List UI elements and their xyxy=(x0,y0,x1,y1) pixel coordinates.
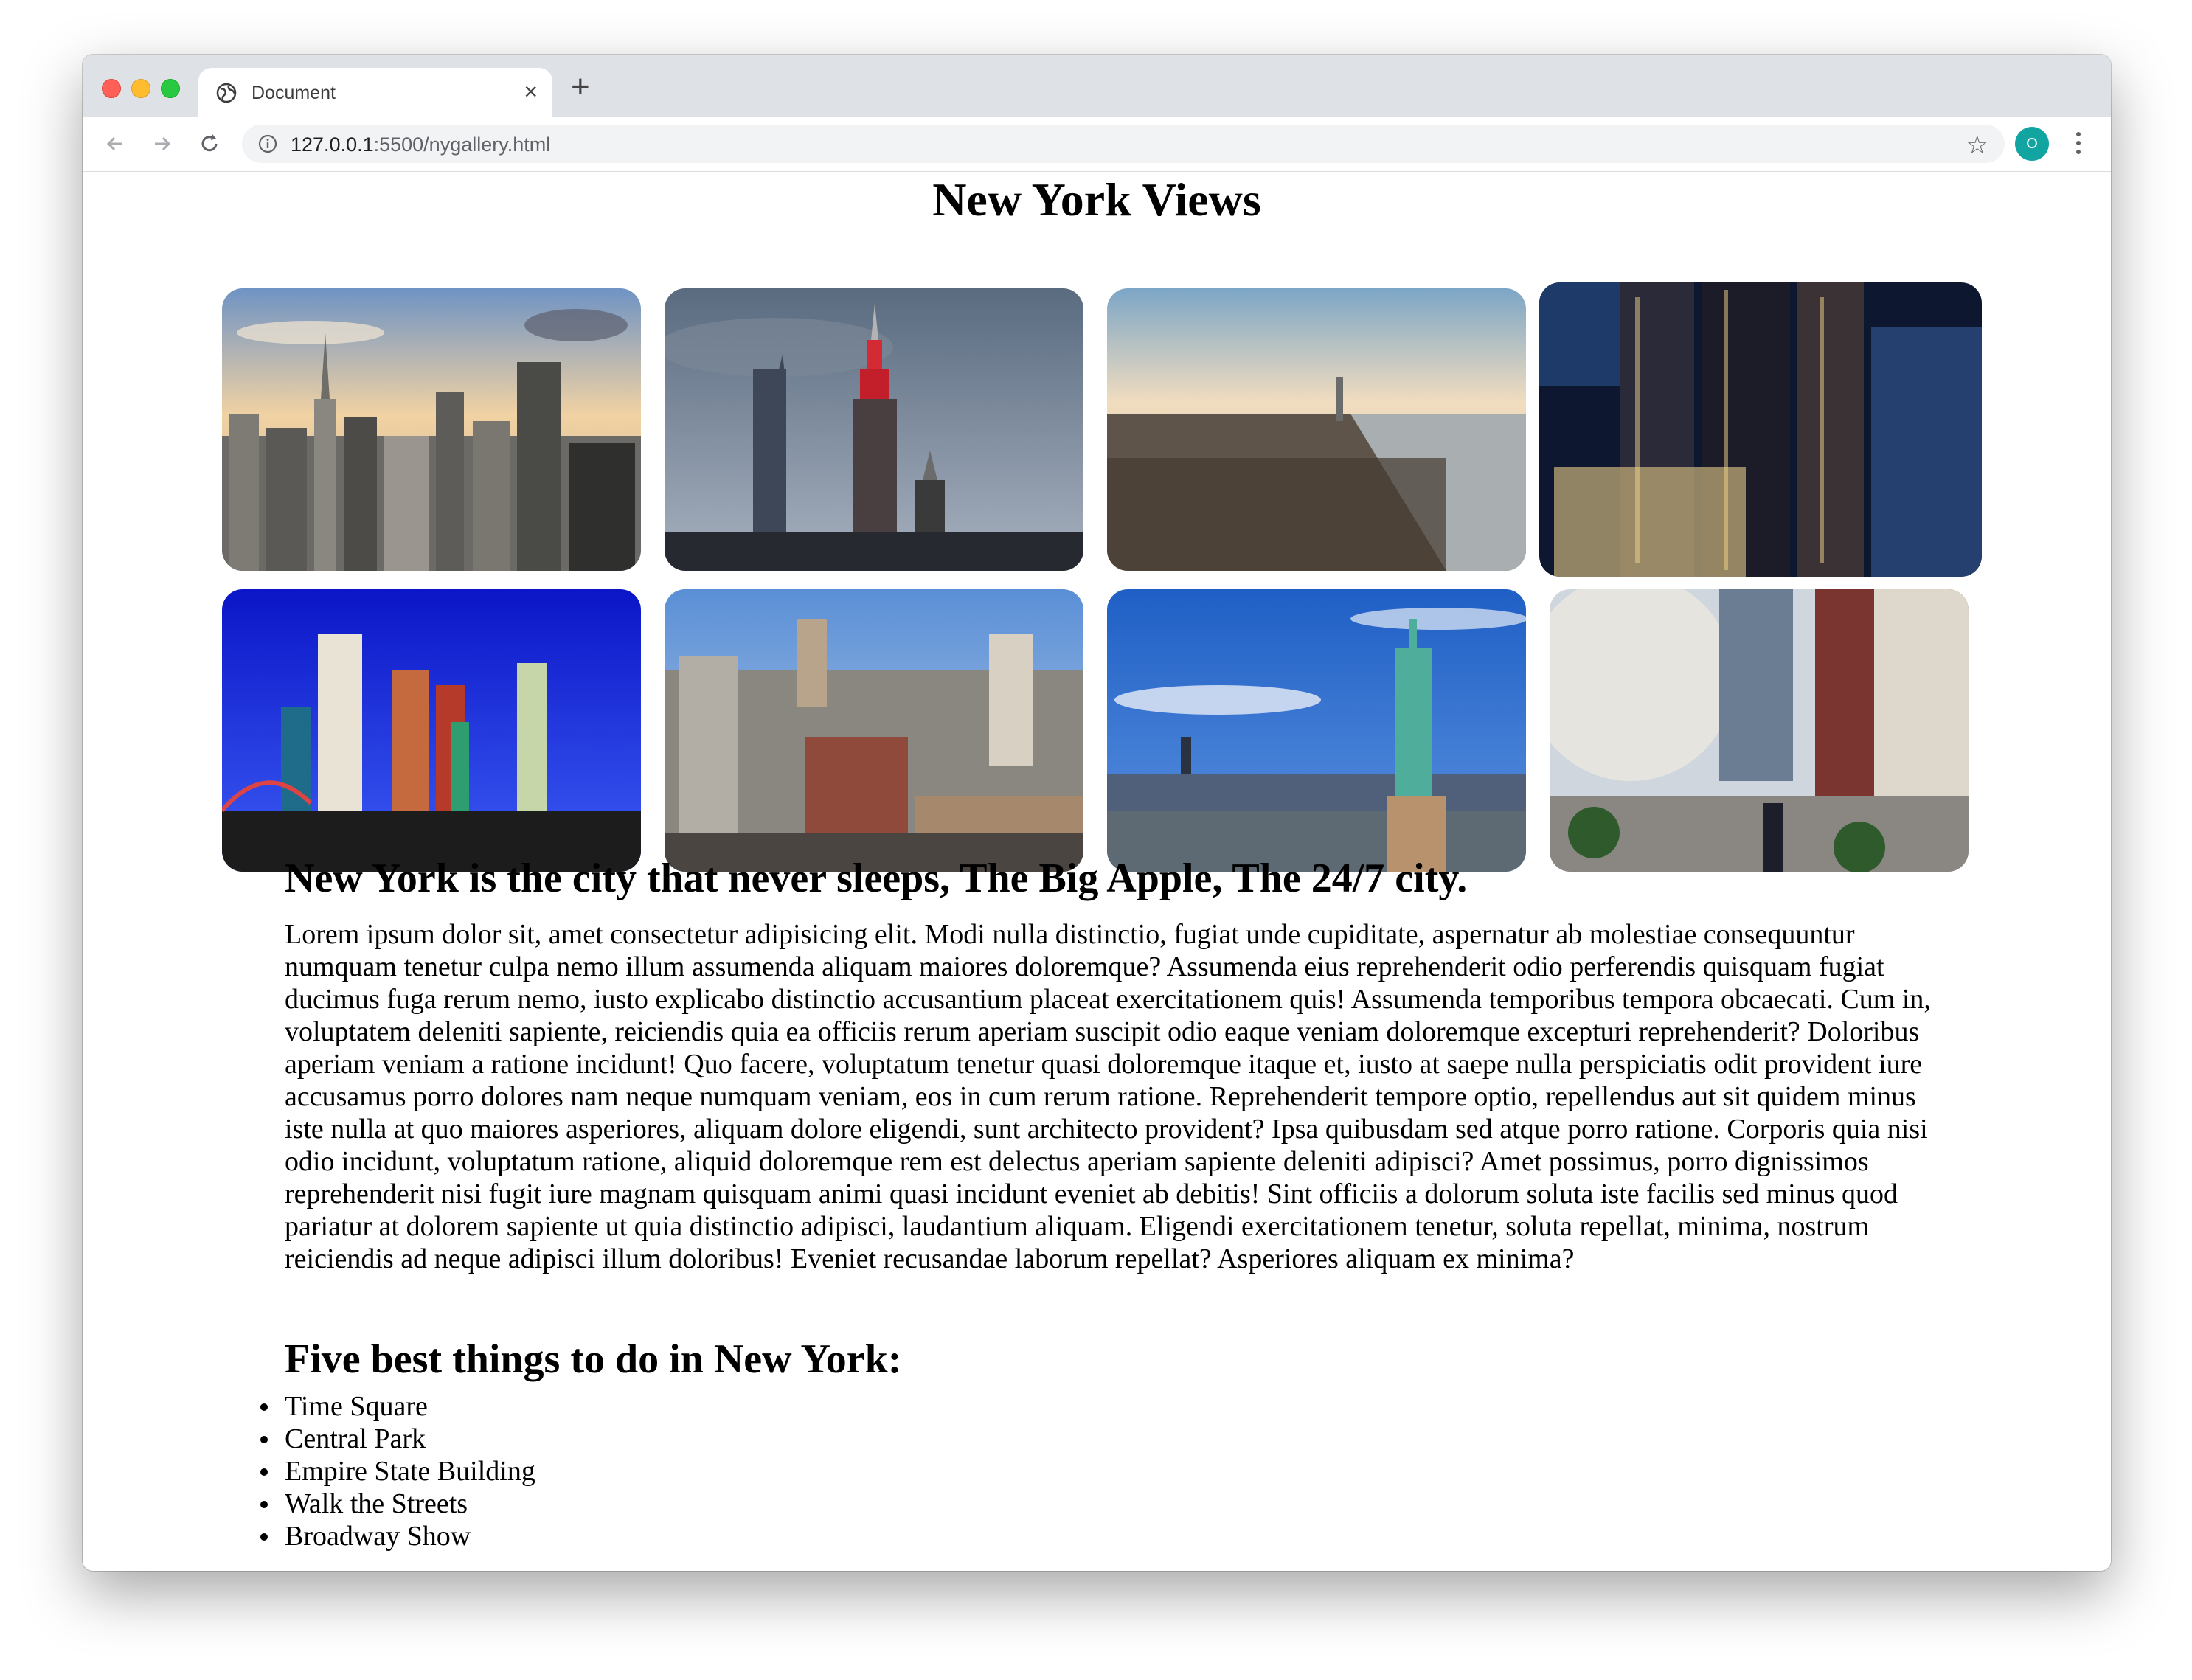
tab-title: Document xyxy=(252,83,336,103)
profile-avatar[interactable]: O xyxy=(2015,127,2049,161)
back-arrow-icon[interactable] xyxy=(102,131,128,157)
browser-toolbar: 127.0.0.1:5500/nygallery.html ☆ O xyxy=(83,117,2111,172)
gallery-photo-statue-of-liberty xyxy=(1107,589,1526,872)
more-menu-icon[interactable] xyxy=(2071,128,2086,162)
gallery-photo-empire-state-building xyxy=(665,288,1083,571)
new-tab-button[interactable]: + xyxy=(571,71,590,103)
gallery-photo-night-towers xyxy=(1539,282,1982,577)
address-bar[interactable]: 127.0.0.1:5500/nygallery.html ☆ xyxy=(242,125,2005,163)
forward-arrow-icon[interactable] xyxy=(149,131,176,157)
browser-window: Document × + 127.0.0.1:5500/nygallery.ht… xyxy=(83,55,2111,1571)
list-item: Walk the Streets xyxy=(260,1488,535,1520)
tab-document[interactable]: Document × xyxy=(198,68,552,117)
globe-icon xyxy=(216,83,237,103)
info-icon[interactable] xyxy=(258,134,277,153)
minimize-window-button[interactable] xyxy=(131,79,150,98)
tab-strip: Document × + xyxy=(83,55,2111,117)
url-host: 127.0.0.1 xyxy=(291,133,374,156)
gallery-photo-hudson-river-aerial xyxy=(1107,288,1526,571)
url-text: 127.0.0.1:5500/nygallery.html xyxy=(291,133,550,156)
list-item: Empire State Building xyxy=(260,1456,535,1487)
things-to-do-list: Time Square Central Park Empire State Bu… xyxy=(260,1390,535,1552)
list-item: Time Square xyxy=(260,1390,535,1423)
close-window-button[interactable] xyxy=(102,79,121,98)
bookmark-star-icon[interactable]: ☆ xyxy=(1966,131,1988,160)
maximize-window-button[interactable] xyxy=(161,79,180,98)
intro-paragraph: Lorem ipsum dolor sit, amet consectetur … xyxy=(285,919,1931,1274)
gallery-photo-new-york-new-york-casino xyxy=(222,589,641,872)
list-item: Central Park xyxy=(260,1423,535,1455)
url-path: :5500/nygallery.html xyxy=(373,133,551,156)
intro-heading: New York is the city that never sleeps, … xyxy=(285,855,1468,901)
gallery-photo-street-plaza xyxy=(1550,589,1969,872)
web-page: New York Views New York is the city that… xyxy=(83,172,2111,1571)
page-title: New York Views xyxy=(932,173,1261,226)
reload-icon[interactable] xyxy=(196,131,223,157)
list-heading: Five best things to do in New York: xyxy=(285,1336,902,1382)
tab-close-icon[interactable]: × xyxy=(524,80,538,103)
list-item: Broadway Show xyxy=(260,1520,535,1552)
gallery-photo-manhattan-rooftops xyxy=(665,589,1083,872)
gallery-photo-skyline-sunset xyxy=(222,288,641,571)
